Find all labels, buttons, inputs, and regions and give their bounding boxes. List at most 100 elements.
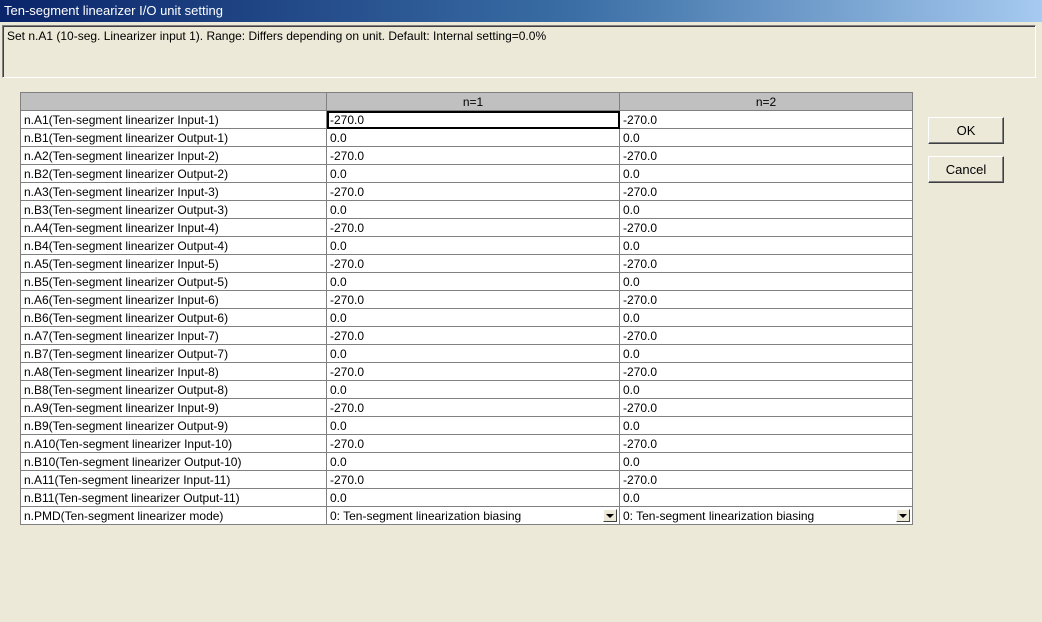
value-cell-n1[interactable]: -270.0	[326, 326, 620, 345]
table-row: n.B8(Ten-segment linearizer Output-8) 0.0…	[20, 380, 913, 399]
value-cell-n2[interactable]: -270.0	[619, 470, 913, 489]
table-row: n.A1(Ten-segment linearizer Input-1) -270…	[20, 110, 913, 129]
row-label: n.A6(Ten-segment linearizer Input-6)	[20, 290, 327, 309]
dropdown-arrow-icon[interactable]	[896, 509, 910, 522]
value-cell-n2[interactable]: 0.0	[619, 308, 913, 327]
mode-select-value: 0: Ten-segment linearization biasing	[330, 508, 522, 523]
value-cell-n1[interactable]: 0.0	[326, 308, 620, 327]
row-label: n.A7(Ten-segment linearizer Input-7)	[20, 326, 327, 345]
dropdown-arrow-icon[interactable]	[603, 509, 617, 522]
row-label: n.B10(Ten-segment linearizer Output-10)	[20, 452, 327, 471]
value-cell-n2[interactable]: -270.0	[619, 326, 913, 345]
value-cell-n2[interactable]: -270.0	[619, 110, 913, 129]
row-label: n.B7(Ten-segment linearizer Output-7)	[20, 344, 327, 363]
row-label: n.PMD(Ten-segment linearizer mode)	[20, 506, 327, 525]
row-label: n.A10(Ten-segment linearizer Input-10)	[20, 434, 327, 453]
value-cell-n2[interactable]: -270.0	[619, 182, 913, 201]
value-cell-n2[interactable]: -270.0	[619, 398, 913, 417]
row-label: n.B1(Ten-segment linearizer Output-1)	[20, 128, 327, 147]
value-cell-n2[interactable]: 0.0	[619, 488, 913, 507]
value-cell-n1[interactable]: 0.0	[326, 236, 620, 255]
table-row: n.B11(Ten-segment linearizer Output-11) 0…	[20, 488, 913, 507]
value-cell-n2[interactable]: 0.0	[619, 380, 913, 399]
table-row: n.A5(Ten-segment linearizer Input-5) -270…	[20, 254, 913, 273]
table-row: n.B6(Ten-segment linearizer Output-6) 0.0…	[20, 308, 913, 327]
mode-select-value: 0: Ten-segment linearization biasing	[623, 508, 815, 523]
parameter-description: Set n.A1 (10-seg. Linearizer input 1). R…	[2, 25, 1036, 78]
value-cell-n1[interactable]: 0.0	[326, 164, 620, 183]
row-label: n.A5(Ten-segment linearizer Input-5)	[20, 254, 327, 273]
value-cell-n2[interactable]: -270.0	[619, 290, 913, 309]
table-header-row: n=1 n=2	[20, 92, 913, 111]
row-label: n.A8(Ten-segment linearizer Input-8)	[20, 362, 327, 381]
value-cell-n2[interactable]: 0.0	[619, 452, 913, 471]
table-row: n.A7(Ten-segment linearizer Input-7) -270…	[20, 326, 913, 345]
value-cell-n1[interactable]: 0.0	[326, 344, 620, 363]
value-cell-n1[interactable]: 0.0	[326, 380, 620, 399]
value-cell-n1[interactable]: -270.0	[326, 362, 620, 381]
mode-select-n2[interactable]: 0: Ten-segment linearization biasing	[619, 506, 913, 525]
value-cell-n2[interactable]: 0.0	[619, 164, 913, 183]
value-cell-n1[interactable]: -270.0	[326, 146, 620, 165]
row-label: n.A1(Ten-segment linearizer Input-1)	[20, 110, 327, 129]
mode-select-n1[interactable]: 0: Ten-segment linearization biasing	[326, 506, 620, 525]
value-cell-n1[interactable]: 0.0	[326, 488, 620, 507]
table-row: n.A11(Ten-segment linearizer Input-11) -2…	[20, 470, 913, 489]
value-cell-n1[interactable]: -270.0	[326, 434, 620, 453]
row-label: n.B6(Ten-segment linearizer Output-6)	[20, 308, 327, 327]
row-label: n.B4(Ten-segment linearizer Output-4)	[20, 236, 327, 255]
table-row: n.A6(Ten-segment linearizer Input-6) -270…	[20, 290, 913, 309]
row-label: n.B5(Ten-segment linearizer Output-5)	[20, 272, 327, 291]
window-title: Ten-segment linearizer I/O unit setting	[0, 0, 1042, 22]
value-cell-n1[interactable]: -270.0	[326, 254, 620, 273]
row-label: n.B11(Ten-segment linearizer Output-11)	[20, 488, 327, 507]
table-row: n.B9(Ten-segment linearizer Output-9) 0.0…	[20, 416, 913, 435]
value-cell-n2[interactable]: 0.0	[619, 416, 913, 435]
value-cell-n1[interactable]: -270.0	[326, 110, 620, 129]
value-cell-n2[interactable]: 0.0	[619, 200, 913, 219]
row-label: n.A11(Ten-segment linearizer Input-11)	[20, 470, 327, 489]
value-cell-n1[interactable]: -270.0	[326, 182, 620, 201]
value-cell-n2[interactable]: -270.0	[619, 254, 913, 273]
value-cell-n1[interactable]: -270.0	[326, 218, 620, 237]
row-label: n.B8(Ten-segment linearizer Output-8)	[20, 380, 327, 399]
value-cell-n1[interactable]: -270.0	[326, 398, 620, 417]
table-row: n.A9(Ten-segment linearizer Input-9) -270…	[20, 398, 913, 417]
row-label: n.A3(Ten-segment linearizer Input-3)	[20, 182, 327, 201]
row-label: n.A9(Ten-segment linearizer Input-9)	[20, 398, 327, 417]
value-cell-n1[interactable]: 0.0	[326, 452, 620, 471]
value-cell-n1[interactable]: 0.0	[326, 128, 620, 147]
column-header-n2: n=2	[619, 92, 913, 111]
ok-button[interactable]: OK	[928, 117, 1004, 144]
parameter-table: n=1 n=2 n.A1(Ten-segment linearizer Inpu…	[20, 92, 913, 525]
value-cell-n2[interactable]: -270.0	[619, 218, 913, 237]
value-cell-n2[interactable]: 0.0	[619, 128, 913, 147]
row-label: n.B9(Ten-segment linearizer Output-9)	[20, 416, 327, 435]
value-cell-n2[interactable]: -270.0	[619, 362, 913, 381]
table-row: n.A2(Ten-segment linearizer Input-2) -270…	[20, 146, 913, 165]
header-corner	[20, 92, 327, 111]
table-row: n.B5(Ten-segment linearizer Output-5) 0.0…	[20, 272, 913, 291]
value-cell-n2[interactable]: -270.0	[619, 146, 913, 165]
value-cell-n2[interactable]: 0.0	[619, 344, 913, 363]
value-cell-n2[interactable]: -270.0	[619, 434, 913, 453]
row-label: n.B2(Ten-segment linearizer Output-2)	[20, 164, 327, 183]
value-cell-n2[interactable]: 0.0	[619, 272, 913, 291]
row-label: n.A2(Ten-segment linearizer Input-2)	[20, 146, 327, 165]
value-cell-n1[interactable]: 0.0	[326, 272, 620, 291]
triangle-down-icon	[606, 513, 614, 518]
triangle-down-icon	[899, 513, 907, 518]
table-row: n.A8(Ten-segment linearizer Input-8) -270…	[20, 362, 913, 381]
value-cell-n1[interactable]: -270.0	[326, 290, 620, 309]
value-cell-n1[interactable]: 0.0	[326, 200, 620, 219]
table-row: n.A10(Ten-segment linearizer Input-10) -2…	[20, 434, 913, 453]
row-label: n.A4(Ten-segment linearizer Input-4)	[20, 218, 327, 237]
cancel-button[interactable]: Cancel	[928, 156, 1004, 183]
table-row-mode: n.PMD(Ten-segment linearizer mode) 0: Ten…	[20, 506, 913, 525]
table-row: n.B1(Ten-segment linearizer Output-1) 0.0…	[20, 128, 913, 147]
value-cell-n1[interactable]: 0.0	[326, 416, 620, 435]
value-cell-n2[interactable]: 0.0	[619, 236, 913, 255]
row-label: n.B3(Ten-segment linearizer Output-3)	[20, 200, 327, 219]
value-cell-n1[interactable]: -270.0	[326, 470, 620, 489]
table-row: n.A3(Ten-segment linearizer Input-3) -270…	[20, 182, 913, 201]
